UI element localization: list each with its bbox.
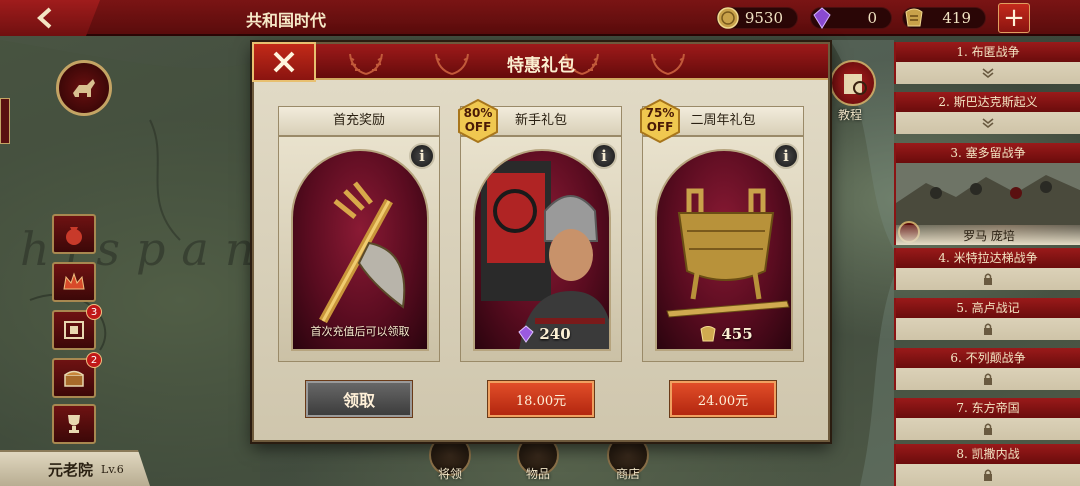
anniversary-pack-card[interactable]: 二周年礼包 455 i 75% OFF xyxy=(640,98,804,362)
back-arrow-icon xyxy=(37,7,52,29)
war-label: 2. 斯巴达克斯起义 xyxy=(896,92,1080,112)
lock-icon xyxy=(984,469,992,481)
war-factions: 罗马 庞培 xyxy=(896,225,1080,245)
war-label: 4. 米特拉达梯战争 xyxy=(896,248,1080,268)
buy-anniversary-pack-button[interactable]: 24.00元 xyxy=(669,380,777,418)
chest-icon xyxy=(64,370,84,387)
crown-icon xyxy=(63,272,85,290)
war-item-1[interactable]: 1. 布匿战争 xyxy=(894,42,1080,84)
laurel-token-counter: 419 xyxy=(902,5,986,31)
war-label: 6. 不列颠战争 xyxy=(896,348,1080,368)
film-icon xyxy=(64,321,84,339)
war-label: 7. 东方帝国 xyxy=(896,398,1080,418)
tutorial-button[interactable] xyxy=(830,60,876,106)
newbie-pack-card[interactable]: 新手礼包 240 i 80% OFF xyxy=(458,98,622,362)
card-frame: 240 i xyxy=(460,136,622,362)
card-frame: i 首次充值后可以领取 xyxy=(278,136,440,362)
lock-icon xyxy=(984,423,992,435)
war-item-7[interactable]: 7. 东方帝国 xyxy=(894,398,1080,440)
back-button[interactable] xyxy=(0,0,100,36)
battle-illustration xyxy=(896,163,1080,225)
war-label: 3. 塞多留战争 xyxy=(896,143,1080,163)
token-reward-amount: 455 xyxy=(721,325,753,343)
trophy-icon xyxy=(68,415,80,433)
war-label: 5. 高卢战记 xyxy=(896,298,1080,318)
close-icon xyxy=(273,51,295,73)
discount-percent: 80% xyxy=(463,106,493,120)
laurel-token-icon xyxy=(700,326,716,342)
sidebar-chest-button[interactable]: 2 xyxy=(52,352,102,398)
discount-percent: 75% xyxy=(645,106,675,120)
laurel-token-icon xyxy=(905,8,923,27)
nav-label: 将领 xyxy=(437,467,462,481)
senate-button[interactable]: 元老院 Lv.6 xyxy=(0,450,150,486)
discount-badge: 75% OFF xyxy=(638,98,682,144)
chest-badge: 2 xyxy=(86,352,102,368)
card-art xyxy=(291,149,429,351)
purple-gem-icon xyxy=(518,325,535,343)
popup-title: 特惠礼包 xyxy=(507,56,575,76)
legion-emblem[interactable] xyxy=(56,60,112,116)
nav-label: 商店 xyxy=(615,467,640,481)
general-portrait-icon xyxy=(481,161,609,349)
discount-word: OFF xyxy=(646,120,674,134)
era-title: 共和国时代 xyxy=(246,11,327,30)
claim-condition: 首次充值后可以领取 xyxy=(310,325,410,338)
film-badge: 3 xyxy=(86,304,102,320)
special-offer-popup: 特惠礼包 首充奖励 i 首次充值后可以领取 新手礼包 240 i 80% OFF… xyxy=(252,42,830,442)
sidebar-trophy-button[interactable] xyxy=(52,404,96,444)
tutorial-label: 教程 xyxy=(838,108,863,122)
token-reward: 455 xyxy=(657,325,791,343)
lock-icon xyxy=(984,373,992,385)
war-item-4[interactable]: 4. 米特拉达梯战争 xyxy=(894,248,1080,290)
senate-name: 元老院 xyxy=(48,460,94,479)
info-button[interactable]: i xyxy=(591,143,617,169)
purple-gem-icon xyxy=(813,7,831,29)
close-button[interactable] xyxy=(252,42,316,82)
card-art: 455 xyxy=(655,149,793,351)
bronze-cauldron-icon xyxy=(666,188,790,318)
info-button[interactable]: i xyxy=(773,143,799,169)
gem-counter: 0 xyxy=(810,5,892,31)
popup-header: 特惠礼包 xyxy=(254,44,828,80)
war-item-6[interactable]: 6. 不列颠战争 xyxy=(894,348,1080,390)
info-button[interactable]: i xyxy=(409,143,435,169)
war-item-8[interactable]: 8. 凯撒内战 xyxy=(894,444,1080,486)
coin-icon xyxy=(717,7,739,29)
card-frame: 455 i xyxy=(642,136,804,362)
wolf-icon xyxy=(73,79,95,97)
war-label: 1. 布匿战争 xyxy=(896,42,1080,62)
gold-counter: 9530 xyxy=(716,5,798,31)
gem-reward-amount: 240 xyxy=(539,325,571,343)
book-icon xyxy=(844,74,867,95)
nav-label: 物品 xyxy=(525,467,550,481)
sidebar-film-button[interactable]: 3 xyxy=(52,304,102,350)
discount-word: OFF xyxy=(464,120,492,134)
card-art: 240 xyxy=(473,149,611,351)
sidebar-bag-button[interactable] xyxy=(52,214,96,254)
war-label: 8. 凯撒内战 xyxy=(896,444,1080,464)
war-item-3[interactable]: 3. 塞多留战争 罗马 庞培 xyxy=(894,143,1080,245)
buy-newbie-pack-button[interactable]: 18.00元 xyxy=(487,380,595,418)
claim-button[interactable]: 领取 xyxy=(305,380,413,418)
gem-reward: 240 xyxy=(475,325,609,343)
chevron-down-icon xyxy=(982,118,994,129)
card-title: 首充奖励 xyxy=(278,106,440,136)
lock-icon xyxy=(984,323,992,335)
golden-axe-icon xyxy=(319,181,406,324)
lock-icon xyxy=(984,273,992,285)
chevron-down-icon xyxy=(982,68,994,79)
war-item-2[interactable]: 2. 斯巴达克斯起义 xyxy=(894,92,1080,134)
war-item-5[interactable]: 5. 高卢战记 xyxy=(894,298,1080,340)
add-resource-button[interactable]: + xyxy=(998,3,1030,33)
first-recharge-card[interactable]: 首充奖励 i 首次充值后可以领取 xyxy=(278,106,440,362)
senate-level: Lv.6 xyxy=(101,462,124,476)
discount-badge: 80% OFF xyxy=(456,98,500,144)
sidebar-crown-button[interactable] xyxy=(52,262,96,302)
top-bar: 共和国时代 9530 0 419 + xyxy=(0,0,1080,36)
side-panel-tab[interactable] xyxy=(0,98,10,144)
money-bag-icon xyxy=(66,227,82,245)
